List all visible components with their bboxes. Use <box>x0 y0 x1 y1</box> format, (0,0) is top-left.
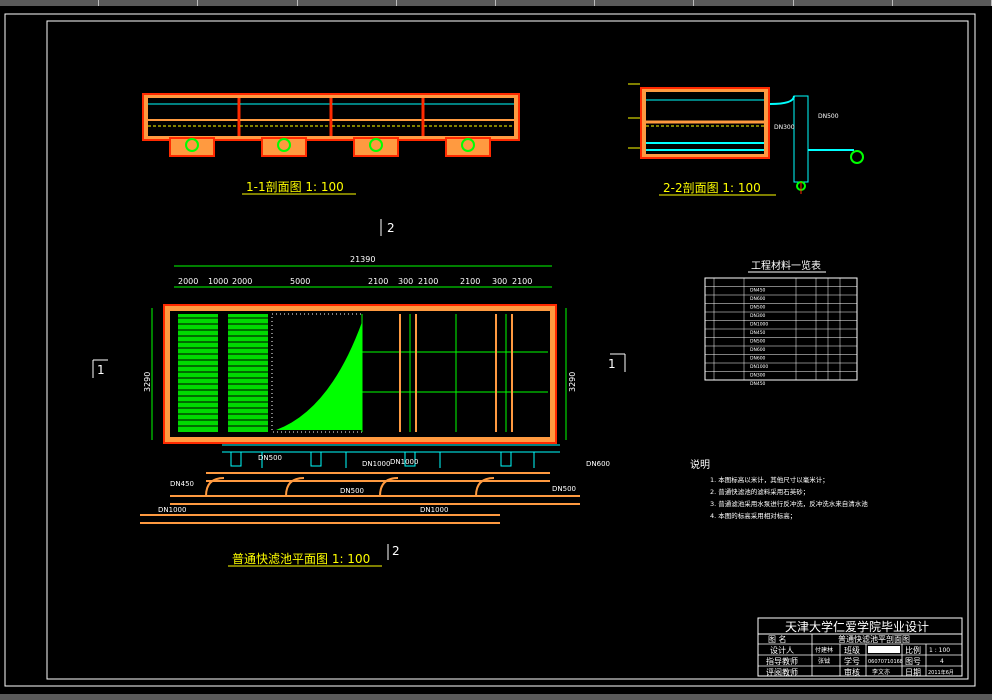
plan-title: 普通快滤池平面图 1: 100 <box>232 552 370 566</box>
plan-total-width: 21390 <box>350 255 375 264</box>
materials-spec: DN1000 <box>750 364 768 370</box>
materials-spec: DN300 <box>750 313 766 319</box>
note-item: 4. 本图的标高采用相对标高； <box>710 511 796 520</box>
plan-pipe-label: DN1000 <box>362 460 390 468</box>
plan-pipe-label: DN450 <box>170 480 194 488</box>
title-advisor-value: 张钺 <box>818 657 830 665</box>
plan-pipe-label: DN500 <box>552 485 576 493</box>
title-id-value: 06070710168 <box>868 659 903 665</box>
section-2-2-pipe-label: DN300 <box>774 124 795 131</box>
plan-dimension-label: 300 <box>492 277 507 286</box>
hopper <box>353 137 399 157</box>
section-1-1-title: 1-1剖面图 1: 100 <box>246 180 344 194</box>
note-item: 2. 普通快滤池的滤料采用石英砂； <box>710 487 809 496</box>
title-scale-value: 1 : 100 <box>929 647 950 654</box>
title-name-value: 普通快滤池平剖面图 <box>838 634 910 644</box>
section-marker-2-bottom: 2 <box>392 544 400 558</box>
section-2-2-pipe-label: DN500 <box>818 113 839 120</box>
plan-pipe-label: DN500 <box>340 487 364 495</box>
plan-dimension-label: 2100 <box>512 277 532 286</box>
notes-heading: 说明 <box>690 458 710 471</box>
plan-dimension-label: 2100 <box>418 277 438 286</box>
materials-spec: DN500 <box>750 305 766 311</box>
plan-dimension-label: 2100 <box>368 277 388 286</box>
title-sheet-value: 4 <box>940 658 944 665</box>
plan-pipe-label: DN600 <box>586 460 610 468</box>
plan-pipe-label: DN1000 <box>158 506 186 514</box>
section-2-2: DN500 DN300 2-2剖面图 1: 100 <box>628 83 864 196</box>
plan-pipe-label: DN1000 <box>390 458 418 466</box>
title-reviewer-label: 评阅教师 <box>766 667 798 677</box>
plan-dimension-label: 2100 <box>460 277 480 286</box>
plan-dimension-label: 300 <box>398 277 413 286</box>
hopper <box>261 137 307 157</box>
materials-title: 工程材料一览表 <box>751 259 821 272</box>
bottom-scrollbar[interactable] <box>0 694 992 700</box>
section-marker-2-top: 2 <box>387 221 395 235</box>
filter-plan: 21390 2000 1000 2000 5000 2100 300 2100 2100 300… <box>92 255 626 567</box>
title-audit-label: 审核 <box>844 667 860 677</box>
title-designer-label: 设计人 <box>770 645 794 655</box>
plan-pipe-label: DN1000 <box>420 506 448 514</box>
materials-spec: DN600 <box>750 356 766 362</box>
valve-riser <box>230 451 242 467</box>
section-marker-1-left: 1 <box>97 363 105 377</box>
materials-spec: DN1000 <box>750 322 768 328</box>
title-date-value: 2011年6月 <box>928 669 954 676</box>
cad-drawing-canvas: 1-1剖面图 1: 100 2 DN500 DN300 2-2剖面图 1: 10… <box>4 13 976 687</box>
notes: 说明 1. 本图标高以米计，其他尺寸以毫米计； 2. 普通快滤池的滤料采用石英砂… <box>690 458 868 520</box>
title-id-label: 学号 <box>844 656 860 666</box>
title-advisor-label: 指导教师 <box>766 656 798 666</box>
note-item: 3. 普通滤池采用水泵进行反冲洗，反冲洗水来自清水池 <box>710 499 868 508</box>
title-block: 天津大学仁爱学院毕业设计 图 名 普通快滤池平剖面图 设计人 付建林 班级 比例… <box>757 617 963 677</box>
plan-dimension-label: 2000 <box>178 277 198 286</box>
section-1-1: 1-1剖面图 1: 100 2 <box>142 93 520 236</box>
materials-table: 工程材料一览表 DN450 DN600 DN500 DN300 DN1000 DN450 D… <box>704 259 858 387</box>
title-date-label: 日期 <box>905 668 921 677</box>
materials-spec: DN450 <box>750 330 766 336</box>
plan-pipe-label: DN500 <box>258 454 282 462</box>
plan-dimension-label: 5000 <box>290 277 310 286</box>
materials-spec: DN450 <box>750 381 766 387</box>
plan-height-right: 3290 <box>568 372 577 392</box>
materials-spec: DN300 <box>750 373 766 379</box>
title-audit-value: 李文亦 <box>872 668 890 676</box>
title-sheet-label: 图号 <box>905 657 921 666</box>
title-class-label: 班级 <box>844 645 860 655</box>
section-marker-1-right: 1 <box>608 357 616 371</box>
title-scale-label: 比例 <box>905 645 921 655</box>
title-name-label: 图 名 <box>768 634 787 644</box>
title-school: 天津大学仁爱学院毕业设计 <box>785 619 929 634</box>
hopper <box>445 137 491 157</box>
valve-riser <box>310 451 322 467</box>
note-item: 1. 本图标高以米计，其他尺寸以毫米计； <box>710 475 829 484</box>
title-designer-value: 付建林 <box>815 646 833 654</box>
materials-spec: DN600 <box>750 296 766 302</box>
section-2-2-title: 2-2剖面图 1: 100 <box>663 181 761 195</box>
hopper <box>169 137 215 157</box>
valve-riser <box>500 451 512 467</box>
materials-spec: DN450 <box>750 288 766 294</box>
plan-height-left: 3290 <box>143 372 152 392</box>
materials-spec: DN500 <box>750 339 766 345</box>
plan-dimension-label: 2000 <box>232 277 252 286</box>
plan-dimension-label: 1000 <box>208 277 228 286</box>
materials-spec: DN600 <box>750 347 766 353</box>
